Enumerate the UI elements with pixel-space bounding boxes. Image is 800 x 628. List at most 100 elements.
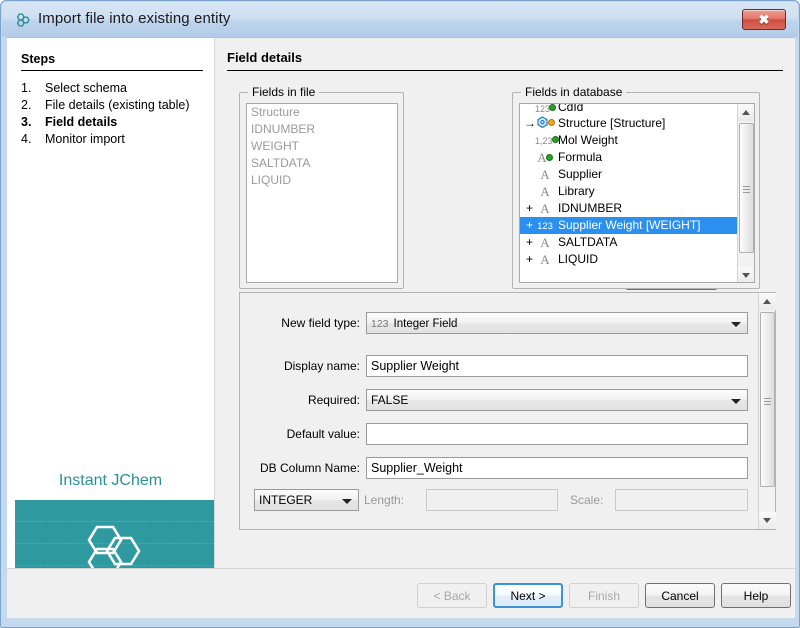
scroll-down-icon[interactable] [759,512,776,529]
step-label: Field details [45,114,205,130]
dialog-body: Steps 1. Select schema 2. File details (… [7,37,795,617]
db-column-name-input[interactable]: Supplier_Weight [366,457,748,479]
display-name-label: Display name: [250,359,360,373]
tree-row-label: Mol Weight [555,132,618,149]
dialog-window: Import file into existing entity ✖ Steps… [0,0,800,628]
text-field-icon: A [535,149,555,167]
chevron-down-icon [731,322,741,327]
text-field-icon: A [535,183,555,201]
display-name-input[interactable]: Supplier Weight [366,355,748,377]
dialog-footer: < Back Next > Finish Cancel Help [7,568,795,618]
page-title-divider [227,70,783,71]
tree-row-label: Formula [555,149,602,166]
steps-divider [21,70,203,71]
scrollbar-thumb[interactable] [739,123,754,253]
form-scrollbar[interactable] [758,293,775,529]
chevron-down-icon [731,399,741,404]
length-label: Length: [364,493,424,507]
brand-title: Instant JChem [7,472,214,490]
steps-heading: Steps [21,52,55,66]
text-field-icon: A [535,200,555,218]
tree-scrollbar[interactable] [737,104,754,283]
required-select[interactable]: FALSE [366,389,748,411]
field-properties-panel: New field type: 123Integer Field Display… [239,292,776,530]
tree-row-label: CdId [555,104,583,110]
text-field-icon: A [535,234,555,252]
steps-sidebar: Steps 1. Select schema 2. File details (… [7,38,215,568]
new-field-type-label: New field type: [250,316,360,330]
new-field-type-select[interactable]: 123Integer Field [366,312,748,334]
tree-row[interactable]: 1,23Mol Weight [520,132,754,149]
tree-row-label: SALTDATA [555,234,617,251]
steps-list: 1. Select schema 2. File details (existi… [21,80,205,148]
fields-in-database-legend: Fields in database [521,85,626,99]
length-input[interactable] [426,489,558,511]
page-content: Field details Fields in file Structure I… [215,38,795,568]
close-icon: ✖ [743,10,785,29]
step-item-1[interactable]: 1. Select schema [21,80,205,96]
cancel-button[interactable]: Cancel [645,583,715,608]
structure-field-icon [535,115,555,132]
scrollbar-thumb[interactable] [760,312,775,487]
new-field-marker: + [524,234,535,251]
scroll-down-icon[interactable] [738,267,755,283]
title-bar: Import file into existing entity ✖ [2,2,798,37]
step-item-2[interactable]: 2. File details (existing table) [21,97,205,113]
new-field-marker: + [524,217,535,234]
step-number: 1. [21,80,45,96]
fields-in-file-list[interactable]: Structure IDNUMBER WEIGHT SALTDATA LIQUI… [246,103,398,283]
list-item[interactable]: SALTDATA [247,155,397,172]
scroll-up-icon[interactable] [759,293,776,310]
step-label: File details (existing table) [45,97,205,113]
list-item[interactable]: IDNUMBER [247,121,397,138]
integer-type-icon: 123 [371,318,394,330]
scale-label: Scale: [570,493,615,507]
close-button[interactable]: ✖ [742,9,786,30]
new-field-marker: + [524,251,535,268]
step-item-3[interactable]: 3. Field details [21,114,205,130]
new-field-marker: + [524,200,535,217]
tree-row[interactable]: +AIDNUMBER [520,200,754,217]
fields-in-file-legend: Fields in file [248,85,319,99]
default-value-input[interactable] [366,423,748,445]
scale-input[interactable] [615,489,748,511]
window-title: Import file into existing entity [38,10,230,27]
sql-type-select[interactable]: INTEGER [254,489,359,511]
sql-type-value: INTEGER [259,493,312,507]
text-field-icon: A [535,166,555,184]
step-number: 4. [21,131,45,147]
help-button[interactable]: Help [721,583,791,608]
fields-in-file-group: Fields in file Structure IDNUMBER WEIGHT… [239,92,404,289]
next-button[interactable]: Next > [493,583,563,608]
tree-row[interactable]: ASupplier [520,166,754,183]
scroll-up-icon[interactable] [738,104,755,121]
chevron-down-icon [342,499,352,504]
list-item[interactable]: LIQUID [247,172,397,189]
db-column-name-label: DB Column Name: [244,461,360,475]
tree-row[interactable]: →Structure [Structure] [520,115,754,132]
decimal-field-icon: 1,23 [535,132,555,150]
tree-row[interactable]: +ALIQUID [520,251,754,268]
list-item[interactable]: Structure [247,104,397,121]
text-field-icon: A [535,251,555,269]
fields-in-database-group: Fields in database 123CdId →Structure [S… [512,92,760,289]
finish-button[interactable]: Finish [569,583,639,608]
step-item-4[interactable]: 4. Monitor import [21,131,205,147]
tree-row[interactable]: +ASALTDATA [520,234,754,251]
arrow-marker-icon: → [524,115,535,132]
page-title: Field details [227,50,302,65]
jchem-hexagon-icon [14,11,32,29]
tree-row[interactable]: AFormula [520,149,754,166]
tree-row[interactable]: ALibrary [520,183,754,200]
list-item[interactable]: WEIGHT [247,138,397,155]
step-number: 3. [21,114,45,130]
integer-field-icon: 123 [535,104,555,112]
new-field-type-value: Integer Field [394,318,458,330]
tree-row-label: Supplier Weight [WEIGHT] [555,217,701,234]
required-value: FALSE [371,393,408,407]
back-button[interactable]: < Back [417,583,487,608]
step-label: Select schema [45,80,205,96]
tree-row[interactable]: 123CdId [520,104,754,115]
tree-row-selected[interactable]: +123Supplier Weight [WEIGHT] [520,217,754,234]
fields-in-database-tree[interactable]: 123CdId →Structure [Structure] 1,23Mol W… [519,103,755,283]
